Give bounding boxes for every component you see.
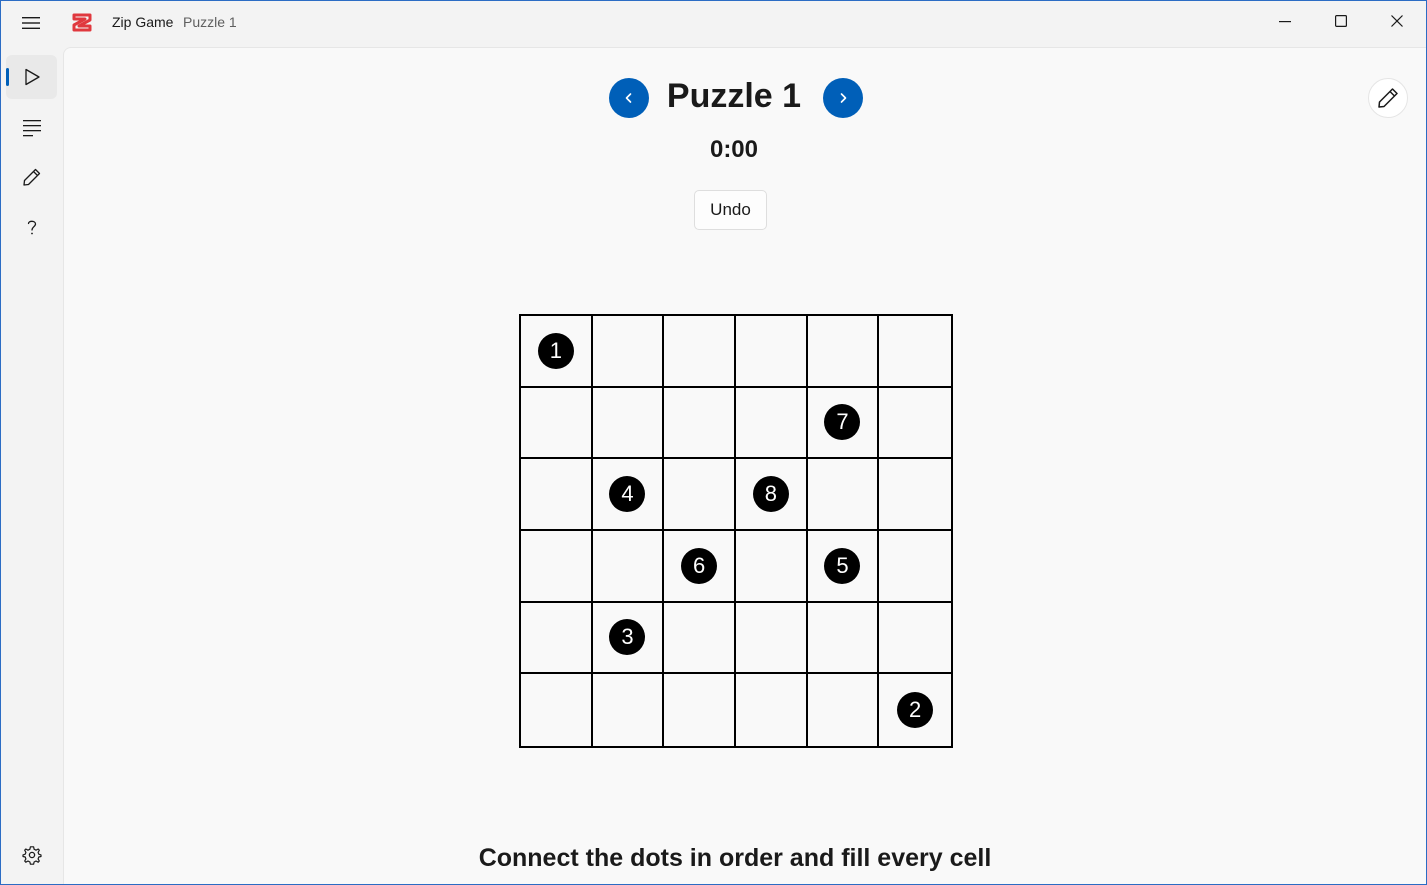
grid-cell[interactable] bbox=[735, 530, 808, 603]
grid-cell[interactable] bbox=[879, 459, 951, 531]
close-icon bbox=[1391, 15, 1403, 27]
nav-item-play[interactable] bbox=[6, 55, 57, 99]
grid-cell[interactable] bbox=[664, 674, 736, 746]
grid-cell[interactable] bbox=[592, 316, 665, 388]
maximize-button[interactable] bbox=[1313, 1, 1369, 41]
grid-cell[interactable] bbox=[735, 602, 808, 675]
help-icon bbox=[27, 220, 36, 235]
minimize-icon bbox=[1279, 21, 1291, 23]
timer: 0:00 bbox=[709, 136, 759, 163]
app-subtitle: Puzzle 1 bbox=[183, 14, 237, 30]
grid-cell[interactable] bbox=[521, 387, 593, 460]
grid-cell[interactable]: 6 bbox=[664, 530, 736, 603]
pencil-icon bbox=[1378, 88, 1398, 108]
puzzle-grid: 1 7 4 86 5 3 2 bbox=[519, 314, 953, 748]
nav-item-edit[interactable] bbox=[6, 155, 57, 199]
minimize-button[interactable] bbox=[1257, 1, 1313, 41]
grid-cell[interactable] bbox=[736, 674, 808, 746]
grid-cell[interactable] bbox=[521, 530, 593, 603]
app-title: Zip Game bbox=[112, 14, 174, 30]
undo-button[interactable]: Undo bbox=[694, 190, 767, 230]
number-dot: 3 bbox=[609, 619, 646, 656]
play-icon bbox=[24, 68, 40, 86]
grid-cell[interactable] bbox=[807, 316, 880, 388]
grid-cell[interactable] bbox=[592, 530, 665, 603]
hamburger-menu-button[interactable] bbox=[11, 8, 51, 38]
number-dot: 1 bbox=[537, 332, 574, 369]
grid-cell[interactable] bbox=[664, 316, 736, 388]
number-dot: 4 bbox=[609, 476, 646, 513]
grid-cell[interactable] bbox=[521, 459, 593, 531]
nav-item-settings[interactable] bbox=[6, 833, 57, 877]
grid-cell[interactable]: 2 bbox=[879, 674, 951, 746]
app-window: Zip Game Puzzle 1 Puzzle 1 0:00 Undo 1 7… bbox=[0, 0, 1427, 885]
number-dot: 7 bbox=[824, 404, 861, 441]
grid-cell[interactable]: 4 bbox=[592, 459, 665, 531]
grid-cell[interactable]: 3 bbox=[592, 602, 665, 675]
grid-cell[interactable] bbox=[735, 316, 808, 388]
grid-cell[interactable] bbox=[593, 674, 665, 746]
content-area: Puzzle 1 0:00 Undo 1 7 4 86 5 3 2 Connect the … bbox=[63, 47, 1426, 884]
number-dot: 8 bbox=[752, 476, 789, 513]
grid-cell[interactable] bbox=[807, 602, 880, 675]
grid-cell[interactable] bbox=[879, 388, 951, 460]
chevron-left-icon bbox=[625, 93, 632, 103]
number-dot: 5 bbox=[824, 547, 861, 584]
grid-cell[interactable] bbox=[592, 387, 665, 460]
hamburger-icon bbox=[22, 17, 40, 29]
grid-cell[interactable] bbox=[521, 602, 593, 675]
chevron-right-icon bbox=[840, 93, 847, 103]
grid-cell[interactable]: 7 bbox=[807, 387, 880, 460]
grid-cell[interactable] bbox=[735, 387, 808, 460]
active-indicator bbox=[6, 68, 9, 86]
grid-cell[interactable] bbox=[664, 602, 736, 675]
grid-cell[interactable] bbox=[664, 459, 736, 531]
grid-cell[interactable] bbox=[879, 531, 951, 603]
grid-cell[interactable]: 8 bbox=[735, 459, 808, 531]
grid-cell[interactable]: 1 bbox=[521, 316, 593, 388]
number-dot: 6 bbox=[681, 547, 718, 584]
title-bar: Zip Game Puzzle 1 bbox=[1, 1, 1426, 45]
close-button[interactable] bbox=[1369, 1, 1425, 41]
page-title: Puzzle 1 bbox=[666, 77, 802, 115]
pencil-icon bbox=[22, 168, 40, 186]
maximize-icon bbox=[1335, 15, 1347, 27]
gear-icon bbox=[21, 846, 42, 865]
grid-cell[interactable] bbox=[521, 674, 593, 746]
previous-puzzle-button[interactable] bbox=[609, 78, 649, 118]
app-logo-icon bbox=[72, 13, 92, 32]
next-puzzle-button[interactable] bbox=[823, 78, 863, 118]
grid-cell[interactable] bbox=[808, 674, 880, 746]
grid-cell[interactable] bbox=[664, 387, 736, 460]
grid-cell[interactable] bbox=[879, 316, 951, 388]
list-icon bbox=[22, 120, 41, 137]
edit-puzzle-button[interactable] bbox=[1368, 78, 1408, 118]
navigation-rail bbox=[1, 45, 63, 884]
nav-item-list[interactable] bbox=[6, 105, 57, 149]
grid-cell[interactable] bbox=[807, 459, 880, 531]
nav-item-help[interactable] bbox=[6, 205, 57, 249]
instructions-text: Connect the dots in order and fill every… bbox=[478, 844, 992, 872]
grid-cell[interactable]: 5 bbox=[807, 530, 880, 603]
grid-cell[interactable] bbox=[879, 603, 951, 675]
number-dot: 2 bbox=[897, 692, 934, 729]
